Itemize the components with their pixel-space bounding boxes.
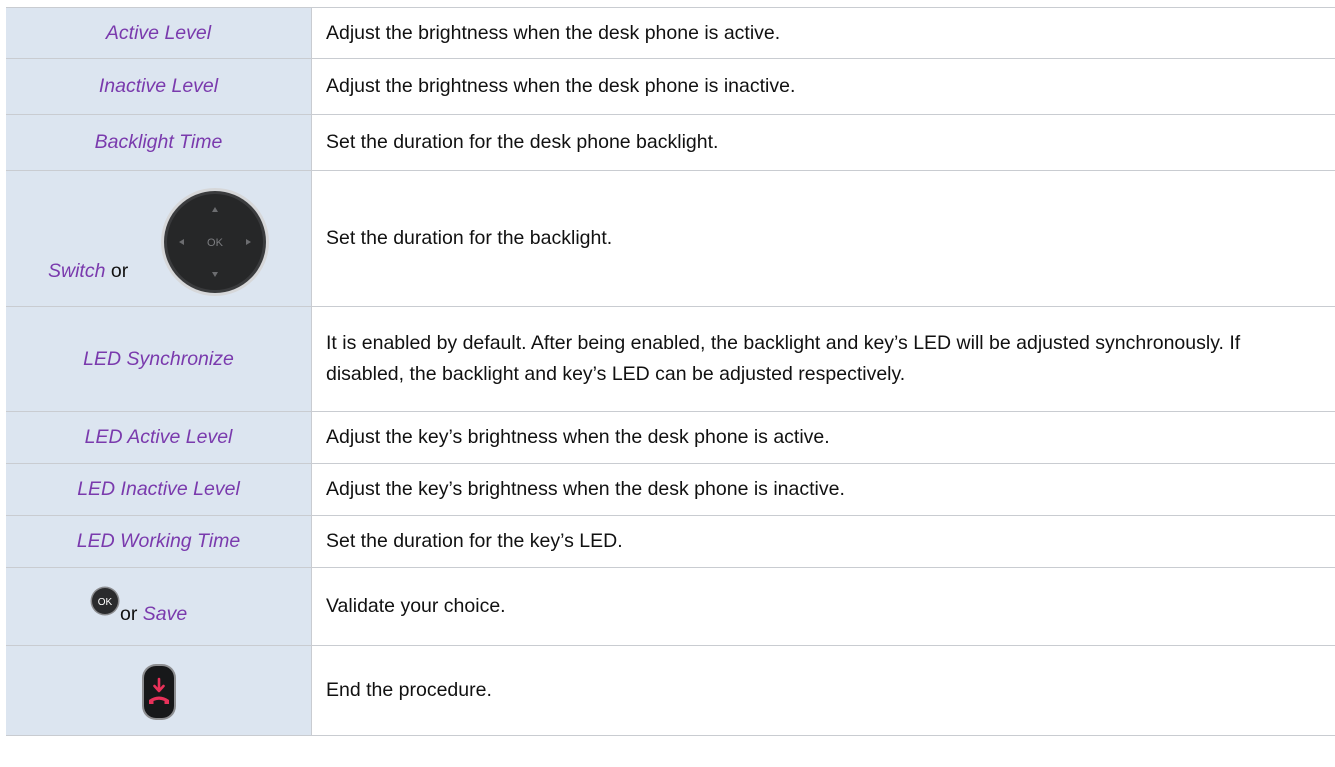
description: Adjust the brightness when the desk phon… <box>311 7 1335 59</box>
keyword-led-synchronize: LED Synchronize <box>83 347 234 370</box>
key-cell: Active Level <box>6 7 312 59</box>
keyword-active-level: Active Level <box>105 21 212 44</box>
keyword-led-inactive-level: LED Inactive Level <box>77 478 240 500</box>
navigator-ok-label: OK <box>207 237 224 249</box>
table-row: LED Synchronize It is enabled by default… <box>6 306 1335 412</box>
table-row: LED Active Level Adjust the key’s bright… <box>6 411 1335 464</box>
or-text: or <box>120 603 138 625</box>
table-row: Inactive Level Adjust the brightness whe… <box>6 58 1335 115</box>
key-cell: LED Synchronize <box>6 306 312 412</box>
description: Adjust the key’s brightness when the des… <box>311 411 1335 464</box>
description: It is enabled by default. After being en… <box>311 306 1335 412</box>
keyword-led-working-time: LED Working Time <box>76 530 241 552</box>
ok-key-label: OK <box>98 597 113 608</box>
table-row: LED Working Time Set the duration for th… <box>6 515 1335 568</box>
description: Set the duration for the key’s LED. <box>311 515 1335 568</box>
description: Adjust the key’s brightness when the des… <box>311 463 1335 516</box>
description: End the procedure. <box>311 645 1335 736</box>
table-row: OK or Save Validate your choice. <box>6 567 1335 646</box>
keyword-backlight-time: Backlight Time <box>94 131 223 153</box>
key-cell: OK or Save <box>6 567 312 646</box>
key-cell: Inactive Level <box>6 58 312 115</box>
key-cell: Switch or OK <box>6 170 312 307</box>
table-row: Backlight Time Set the duration for the … <box>6 114 1335 171</box>
table-row: Switch or OK Set the duration for the ba… <box>6 170 1335 307</box>
table-row: End the procedure. <box>6 645 1335 736</box>
description: Set the duration for the desk phone back… <box>311 114 1335 171</box>
table-row: LED Inactive Level Adjust the key’s brig… <box>6 463 1335 516</box>
keyword-switch: Switch <box>48 259 106 282</box>
key-cell: LED Inactive Level <box>6 463 312 516</box>
keyword-inactive-level: Inactive Level <box>98 75 219 97</box>
hang-up-key-icon <box>142 664 176 720</box>
description: Validate your choice. <box>311 567 1335 646</box>
key-cell: LED Working Time <box>6 515 312 568</box>
description: Adjust the brightness when the desk phon… <box>311 58 1335 115</box>
steps-table: Active Level Adjust the brightness when … <box>6 7 1335 736</box>
key-cell: Backlight Time <box>6 114 312 171</box>
key-cell: LED Active Level <box>6 411 312 464</box>
or-text: or <box>110 259 129 282</box>
ok-key-icon: OK <box>90 586 120 616</box>
key-cell <box>6 645 312 736</box>
navigator-pad-icon: OK <box>161 187 269 296</box>
description: Set the duration for the backlight. <box>311 170 1335 307</box>
table-row: Active Level Adjust the brightness when … <box>6 7 1335 59</box>
keyword-save: Save <box>142 603 188 625</box>
keyword-led-active-level: LED Active Level <box>84 426 233 448</box>
